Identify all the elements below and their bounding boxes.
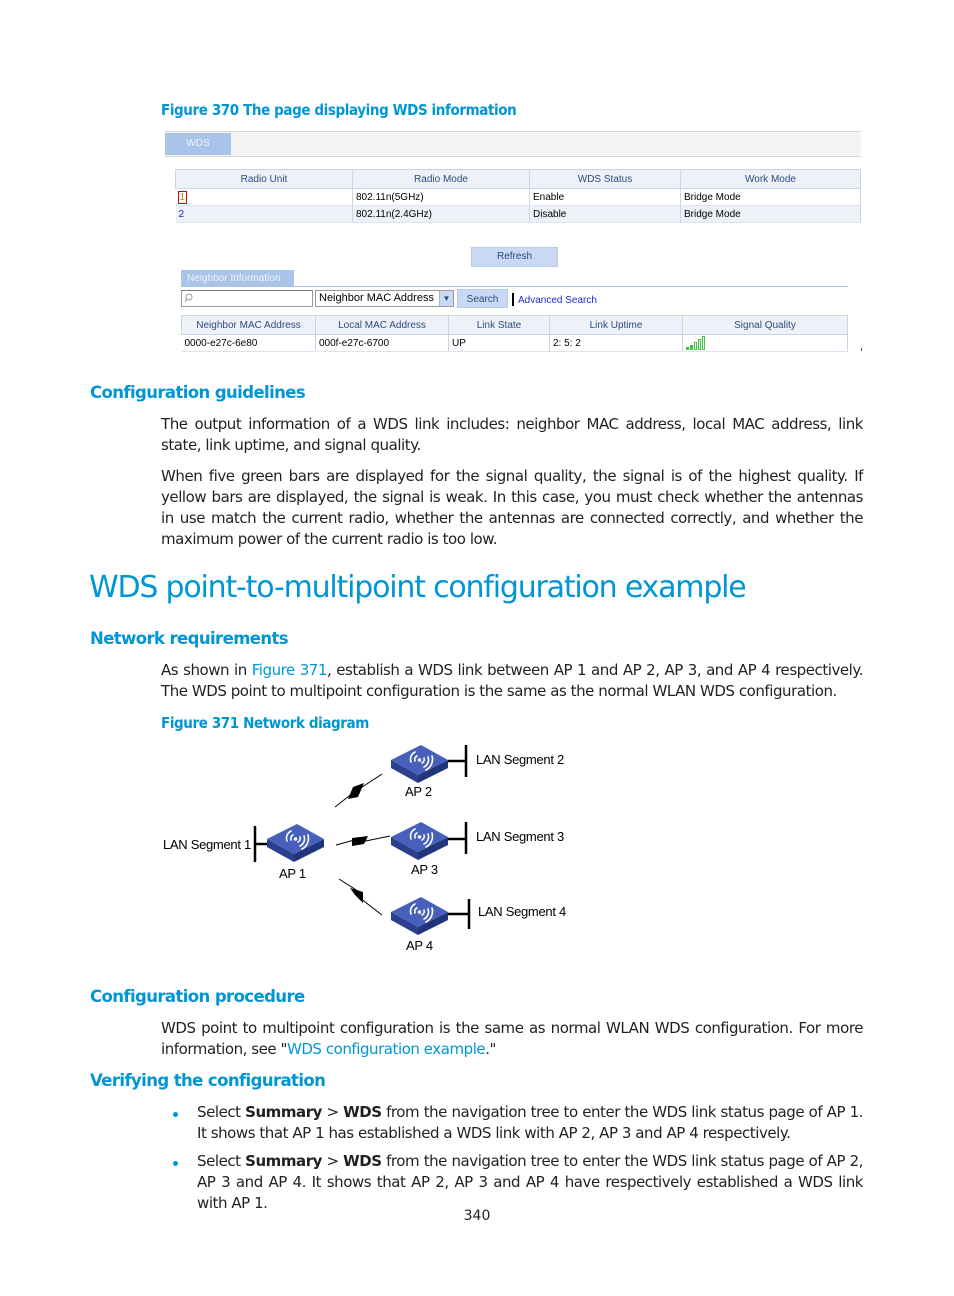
page-number: 340 [463, 1208, 491, 1224]
col-header[interactable]: Work Mode [680, 169, 861, 189]
separator [512, 293, 514, 306]
radio-unit-link[interactable]: 2 [179, 209, 185, 220]
col-header[interactable]: Radio Mode [352, 169, 530, 189]
verify-bullet-1: Select Summary > WDS from the navigation… [197, 1102, 863, 1144]
menu-wds: WDS [343, 1103, 382, 1121]
ap2-label: AP 2 [405, 784, 432, 799]
procedure-paragraph: WDS point to multipoint configuration is… [161, 1018, 863, 1060]
bullet-icon [173, 1112, 178, 1117]
tab-bar [165, 131, 861, 157]
radio-unit-link[interactable]: 1 [177, 190, 188, 204]
signal-quality-cell [682, 334, 848, 352]
wds-status-cell: Disable [529, 205, 681, 223]
bullet-icon [173, 1161, 178, 1166]
table-row: 2 802.11n(2.4GHz) Disable Bridge Mode [175, 205, 861, 223]
table-row: 0000-e27c-6e80 000f-e27c-6700 UP 2: 5: 2 [181, 334, 848, 352]
guidelines-paragraph-1: The output information of a WDS link inc… [161, 415, 863, 454]
wireless-link-ap1-ap3 [335, 835, 391, 846]
heading-network-requirements: Network requirements [90, 629, 289, 648]
radio-mode-cell: 802.11n(5GHz) [352, 188, 530, 206]
section-title: WDS point-to-multipoint configuration ex… [89, 570, 747, 605]
text: > [321, 1103, 344, 1121]
heading-verifying-configuration: Verifying the configuration [90, 1071, 326, 1090]
text: > [321, 1152, 344, 1170]
heading-configuration-guidelines: Configuration guidelines [90, 383, 306, 402]
ap4-icon [390, 896, 449, 936]
lan-segment-3-label: LAN Segment 3 [476, 829, 564, 844]
lan-segment-2-label: LAN Segment 2 [476, 752, 564, 767]
text: Select [197, 1103, 246, 1121]
col-header[interactable]: Local MAC Address [315, 315, 449, 335]
local-mac-cell: 000f-e27c-6700 [315, 334, 449, 352]
menu-summary: Summary [245, 1103, 322, 1121]
col-header[interactable]: Link Uptime [549, 315, 683, 335]
lan-segment-1-label: LAN Segment 1 [163, 837, 251, 852]
col-header[interactable]: WDS Status [529, 169, 681, 189]
guidelines-paragraph-2: When five green bars are displayed for t… [161, 467, 863, 548]
wds-configuration-example-link[interactable]: WDS configuration example [287, 1040, 486, 1058]
ap1-label: AP 1 [279, 866, 306, 881]
tab-neighbor-information[interactable]: Neighbor Information [181, 270, 294, 287]
menu-wds: WDS [343, 1152, 382, 1170]
col-header[interactable]: Radio Unit [175, 169, 353, 189]
signal-bar [698, 339, 701, 350]
text: Select [197, 1152, 246, 1170]
signal-bar [690, 345, 693, 350]
col-header[interactable]: Signal Quality [682, 315, 848, 335]
radio-mode-cell: 802.11n(2.4GHz) [352, 205, 530, 223]
search-field-select[interactable]: Neighbor MAC Address ▼ [315, 290, 454, 307]
text: As shown in [161, 661, 252, 679]
network-diagram: LAN Segment 1 AP 1 AP 2 LAN Segment 2 AP… [163, 744, 566, 953]
ap1-icon [266, 823, 325, 863]
link-state-cell: UP [448, 334, 550, 352]
figure-370-caption: Figure 370 The page displaying WDS infor… [161, 101, 517, 119]
signal-bar [702, 336, 705, 350]
figure-371-caption: Figure 371 Network diagram [161, 714, 369, 732]
signal-bar [694, 342, 697, 350]
search-button[interactable]: Search [457, 289, 508, 308]
verify-bullet-2: Select Summary > WDS from the navigation… [197, 1151, 863, 1214]
wireless-link-ap1-ap4 [338, 878, 383, 916]
lan-segment-4-label: LAN Segment 4 [478, 904, 566, 919]
neighbor-table-header: Neighbor MAC Address Local MAC Address L… [181, 315, 848, 335]
signal-bars-icon [686, 336, 706, 350]
col-header[interactable]: Neighbor MAC Address [181, 315, 316, 335]
divider [181, 286, 848, 287]
ap3-icon [390, 821, 449, 861]
network-requirements-paragraph: As shown in Figure 371, establish a WDS … [161, 660, 863, 702]
work-mode-cell: Bridge Mode [680, 205, 861, 223]
neighbor-mac-cell: 0000-e27c-6e80 [181, 334, 316, 352]
col-header[interactable]: Link State [448, 315, 550, 335]
search-field-value: Neighbor MAC Address [319, 292, 434, 304]
heading-configuration-procedure: Configuration procedure [90, 987, 305, 1006]
wds-status-cell: Enable [529, 188, 681, 206]
ap4-label: AP 4 [406, 938, 433, 953]
radio-table-header: Radio Unit Radio Mode WDS Status Work Mo… [175, 169, 861, 189]
refresh-button[interactable]: Refresh [471, 247, 558, 267]
search-input[interactable] [181, 290, 313, 307]
table-row: 1 802.11n(5GHz) Enable Bridge Mode [175, 188, 861, 206]
figure-371-link[interactable]: Figure 371 [252, 661, 328, 679]
text: WDS point to multipoint configuration is… [161, 1019, 863, 1058]
tab-wds[interactable]: WDS [165, 133, 231, 155]
neighbor-table: Neighbor MAC Address Local MAC Address L… [181, 315, 848, 352]
signal-bar [686, 347, 689, 350]
menu-summary: Summary [245, 1152, 322, 1170]
search-icon [184, 293, 193, 303]
wireless-link-ap1-ap2 [334, 773, 383, 808]
ap3-label: AP 3 [411, 862, 438, 877]
chevron-down-icon[interactable]: ▼ [439, 291, 453, 306]
link-uptime-cell: 2: 5: 2 [549, 334, 683, 352]
work-mode-cell: Bridge Mode [680, 188, 861, 206]
radio-table: Radio Unit Radio Mode WDS Status Work Mo… [175, 169, 861, 223]
advanced-search-link[interactable]: Advanced Search [518, 295, 597, 306]
text: ." [485, 1040, 496, 1058]
mark [861, 348, 862, 351]
ap2-icon [390, 744, 449, 784]
